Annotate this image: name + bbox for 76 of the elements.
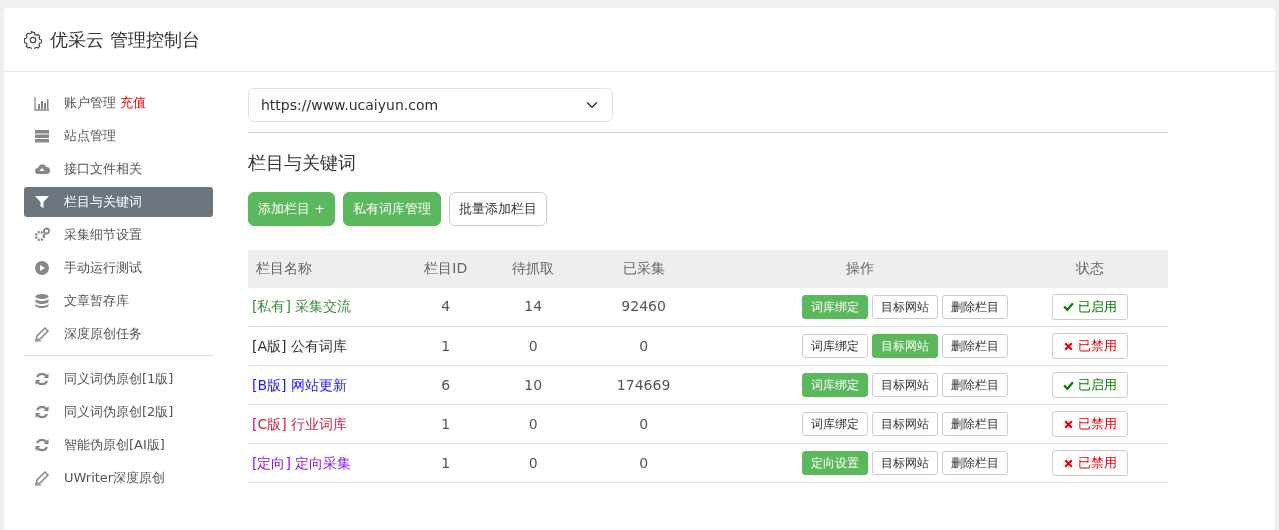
sidebar-item[interactable]: 手动运行测试 <box>24 253 213 283</box>
table-cell: 174669 <box>579 365 708 405</box>
refresh-icon <box>34 404 50 420</box>
sidebar-item[interactable]: 深度原创任务 <box>24 319 213 349</box>
status-button[interactable]: 已禁用 <box>1051 450 1128 476</box>
sidebar-item[interactable]: 同义词伪原创[2版] <box>24 397 213 427</box>
sidebar-item[interactable]: 栏目与关键词 <box>24 187 213 217</box>
column-header: 栏目名称 <box>248 249 405 288</box>
pencil-icon <box>34 470 50 486</box>
action-button[interactable]: 词库绑定 <box>801 412 868 436</box>
action-button[interactable]: 目标网站 <box>871 412 938 436</box>
server-icon <box>34 128 50 144</box>
sidebar-item[interactable]: 接口文件相关 <box>24 154 213 184</box>
table-cell: 4 <box>404 287 488 327</box>
table-cell: 1 <box>404 443 488 483</box>
action-button[interactable]: 删除栏目 <box>941 412 1008 436</box>
cross-icon <box>1062 340 1074 352</box>
action-button[interactable]: 词库绑定 <box>801 334 868 358</box>
category-name[interactable]: [定向] 定向采集 <box>248 443 405 483</box>
status-button[interactable]: 已禁用 <box>1051 333 1128 359</box>
table-cell: 0 <box>579 443 708 483</box>
status-button[interactable]: 已启用 <box>1051 372 1128 398</box>
table-cell: 14 <box>487 287 580 327</box>
table-cell: 0 <box>487 443 580 483</box>
action-button[interactable]: 删除栏目 <box>941 373 1008 397</box>
database-icon <box>34 293 50 309</box>
category-name[interactable]: [B版] 网站更新 <box>248 365 405 405</box>
action-button[interactable]: 删除栏目 <box>941 451 1008 475</box>
category-name[interactable]: [私有] 采集交流 <box>248 287 405 327</box>
cross-icon <box>1062 457 1074 469</box>
sidebar-item[interactable]: 采集细节设置 <box>24 220 213 250</box>
table-cell: 10 <box>487 365 580 405</box>
check-icon <box>1062 379 1074 391</box>
table-cell: 0 <box>487 404 580 444</box>
table-cell: 6 <box>404 365 488 405</box>
check-icon <box>1062 301 1074 313</box>
status-button[interactable]: 已禁用 <box>1051 411 1128 437</box>
action-button[interactable]: 删除栏目 <box>941 294 1008 319</box>
site-select[interactable]: https://www.ucaiyun.com <box>248 88 613 122</box>
action-button[interactable]: 目标网站 <box>871 373 938 397</box>
cloud-upload-icon <box>34 161 50 177</box>
sidebar-item[interactable]: 账户管理 充值 <box>24 88 213 118</box>
gears-icon <box>34 227 50 243</box>
table-cell: 92460 <box>579 287 708 327</box>
action-button[interactable]: 目标网站 <box>871 294 938 319</box>
table-cell: 0 <box>579 404 708 444</box>
sidebar-item[interactable]: 智能伪原创[AI版] <box>24 430 213 460</box>
console-title: 优采云 管理控制台 <box>50 28 200 52</box>
column-header: 操作 <box>708 249 1012 288</box>
column-header: 已采集 <box>579 249 708 288</box>
toolbar-button[interactable]: 批量添加栏目 <box>449 192 548 226</box>
table-cell: 0 <box>579 326 708 366</box>
refresh-icon <box>34 437 50 453</box>
table-cell: 1 <box>404 404 488 444</box>
action-button[interactable]: 删除栏目 <box>941 334 1008 358</box>
action-button[interactable]: 目标网站 <box>871 451 938 475</box>
filter-icon <box>34 194 50 210</box>
table-cell: 1 <box>404 326 488 366</box>
sidebar-item[interactable]: UWriter深度原创 <box>24 463 213 493</box>
gear-icon <box>24 30 42 49</box>
column-header: 状态 <box>1011 249 1168 288</box>
sidebar-item[interactable]: 文章暂存库 <box>24 286 213 316</box>
table-cell: 0 <box>487 326 580 366</box>
column-header: 栏目ID <box>404 249 488 288</box>
column-header: 待抓取 <box>487 249 580 288</box>
bar-chart-icon <box>34 95 50 111</box>
play-icon <box>34 260 50 276</box>
status-button[interactable]: 已启用 <box>1051 294 1128 320</box>
category-name[interactable]: [A版] 公有词库 <box>248 326 405 366</box>
pencil-icon <box>34 326 50 342</box>
sidebar-item[interactable]: 同义词伪原创[1版] <box>24 364 213 394</box>
refresh-icon <box>34 371 50 387</box>
section-title: 栏目与关键词 <box>248 151 357 175</box>
category-name[interactable]: [C版] 行业词库 <box>248 404 405 444</box>
sidebar-item[interactable]: 站点管理 <box>24 121 213 151</box>
cross-icon <box>1062 418 1074 430</box>
